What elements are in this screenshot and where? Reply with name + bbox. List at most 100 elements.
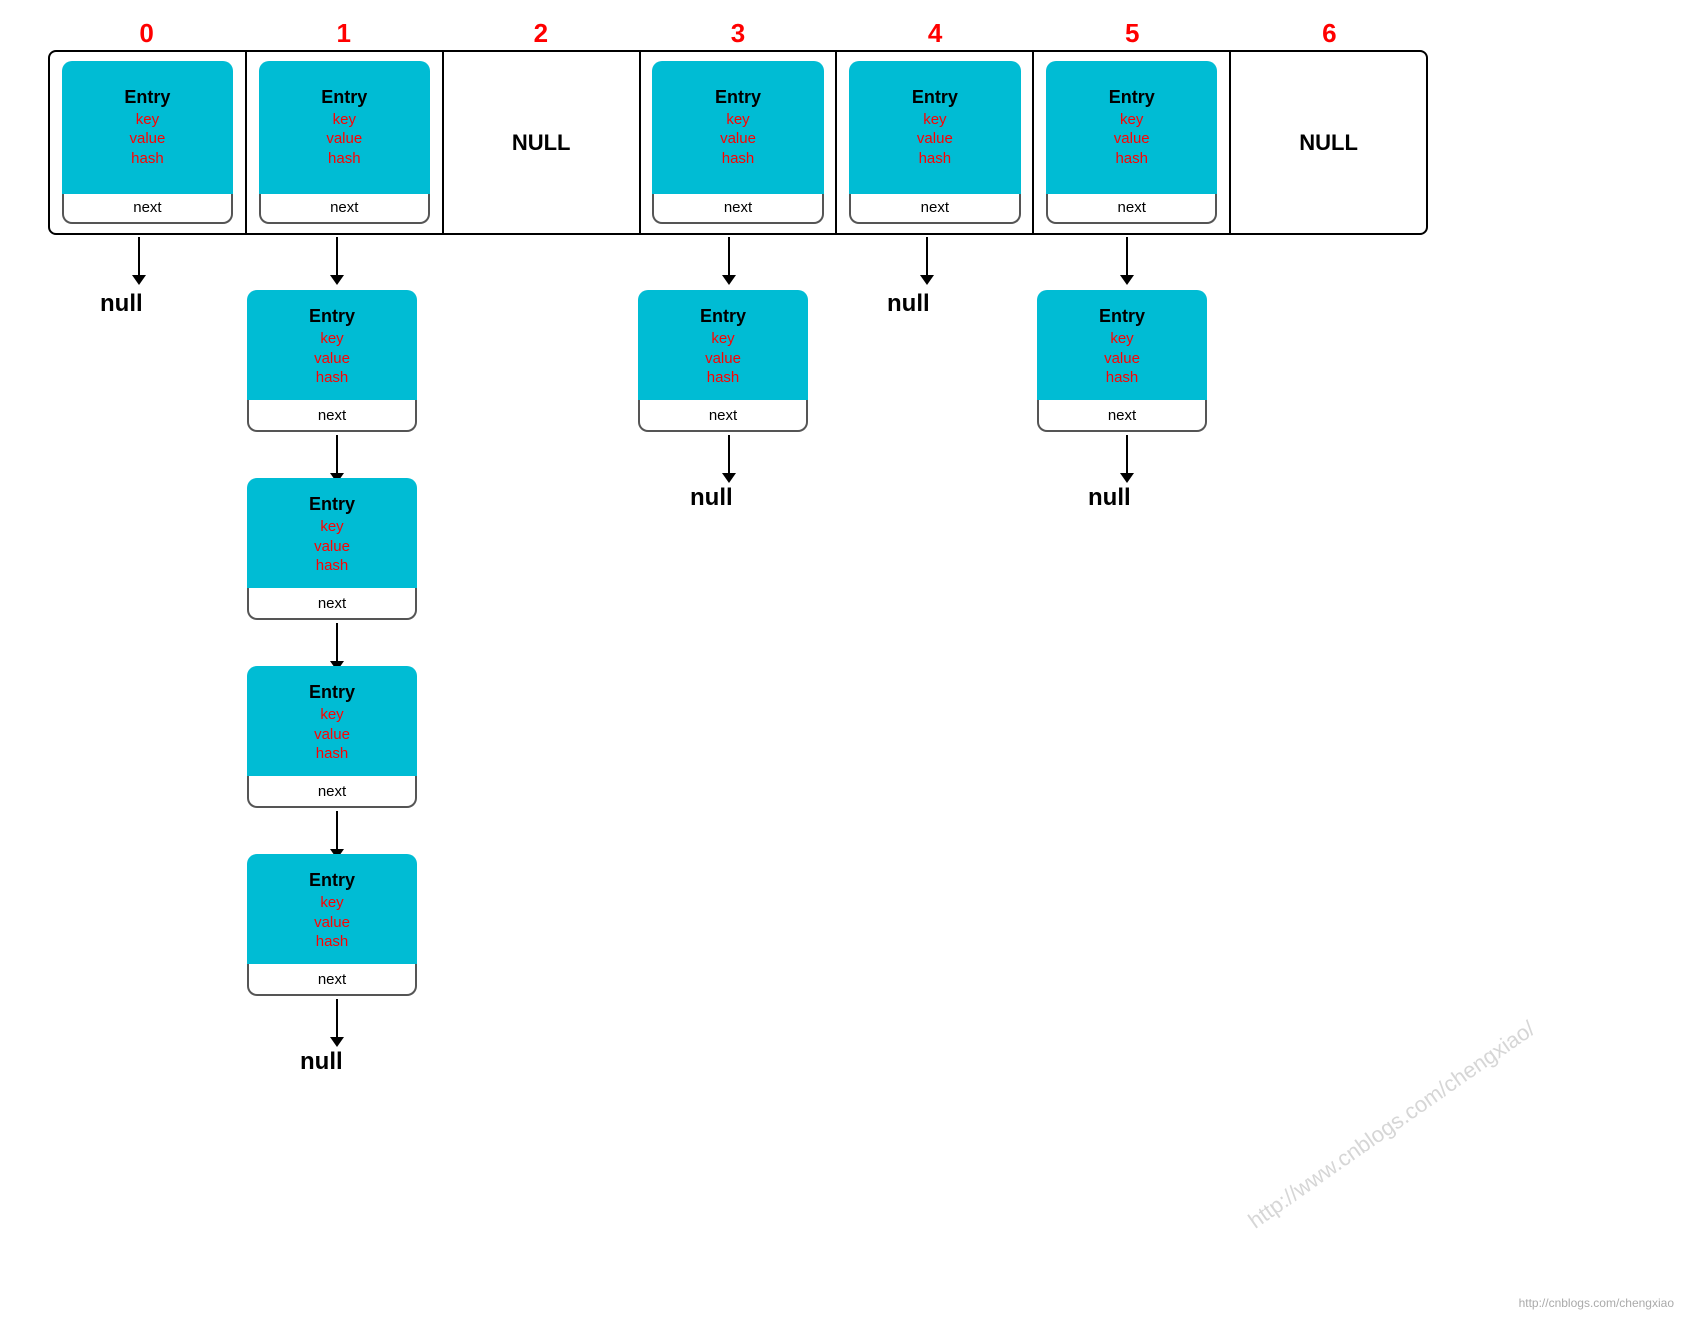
entry-3-1-key: key (711, 329, 734, 349)
arrow-1-head (330, 275, 344, 285)
null-3: null (690, 484, 733, 512)
entry-1-4-value: value (314, 913, 350, 933)
entry-5-1-value: value (1104, 349, 1140, 369)
entry-1-next: next (259, 194, 430, 224)
arrow-3-1-line (728, 435, 730, 473)
entry-1-2-next: next (247, 588, 417, 620)
entry-0-next: next (62, 194, 233, 224)
entry-5-key: key (1120, 110, 1143, 130)
entry-1-hash: hash (328, 149, 361, 169)
array-cell-6: NULL (1231, 52, 1426, 233)
entry-1-3-value: value (314, 725, 350, 745)
arrow-1-2-line (336, 623, 338, 661)
entry-0-title: Entry (124, 87, 170, 108)
entry-5-1-key: key (1110, 329, 1133, 349)
entry-1-4: Entry key value hash next (247, 854, 417, 996)
entry-1-2-key: key (320, 517, 343, 537)
entry-0-key: key (136, 110, 159, 130)
arrow-5-1-line (1126, 435, 1128, 473)
arrow-3-down (722, 237, 736, 285)
arrow-1-down (330, 237, 344, 285)
entry-1: Entry key value hash next (259, 61, 430, 224)
entry-1-1-hash: hash (316, 368, 349, 388)
entry-5-1-next: next (1037, 400, 1207, 432)
entry-3-next: next (652, 194, 823, 224)
entry-3-hash: hash (722, 149, 755, 169)
footer-url: http://cnblogs.com/chengxiao (1519, 1296, 1674, 1310)
index-labels: 0 1 2 3 4 5 6 (48, 18, 1428, 49)
entry-1-2-hash: hash (316, 556, 349, 576)
array-cell-3: Entry key value hash next (641, 52, 838, 233)
entry-1-4-key: key (320, 893, 343, 913)
entry-1-1: Entry key value hash next (247, 290, 417, 432)
entry-3-1-value: value (705, 349, 741, 369)
index-2: 2 (442, 18, 639, 49)
watermark: http://www.cnblogs.com/chengxiao/ (1244, 1016, 1540, 1234)
arrow-4-line (926, 237, 928, 275)
entry-5-hash: hash (1115, 149, 1148, 169)
array-cell-2: NULL (444, 52, 641, 233)
arrow-0-down (132, 237, 146, 285)
entry-5-top: Entry key value hash (1046, 61, 1217, 194)
null-4: null (887, 290, 930, 318)
entry-1-key: key (333, 110, 356, 130)
array-cell-1: Entry key value hash next (247, 52, 444, 233)
entry-3: Entry key value hash next (652, 61, 823, 224)
arrow-3-head (722, 275, 736, 285)
entry-5-value: value (1114, 129, 1150, 149)
index-4: 4 (837, 18, 1034, 49)
entry-4-value: value (917, 129, 953, 149)
entry-5-1-hash: hash (1106, 368, 1139, 388)
entry-5: Entry key value hash next (1046, 61, 1217, 224)
entry-1-1-next: next (247, 400, 417, 432)
index-6: 6 (1231, 18, 1428, 49)
entry-1-2-value: value (314, 537, 350, 557)
entry-3-1-top: Entry key value hash (638, 290, 808, 400)
entry-1-top: Entry key value hash (259, 61, 430, 194)
arrow-5-down (1120, 237, 1134, 285)
entry-3-title: Entry (715, 87, 761, 108)
entry-4-title: Entry (912, 87, 958, 108)
entry-4-top: Entry key value hash (849, 61, 1020, 194)
null-cell-6: NULL (1299, 130, 1358, 156)
arrow-1-1-line (336, 435, 338, 473)
arrow-5-1-head (1120, 473, 1134, 483)
null-5: null (1088, 484, 1131, 512)
arrow-1-line (336, 237, 338, 275)
entry-1-3-next: next (247, 776, 417, 808)
entry-1-4-title: Entry (309, 870, 355, 891)
entry-0-hash: hash (131, 149, 164, 169)
null-0: null (100, 290, 143, 318)
arrow-3-1-head (722, 473, 736, 483)
entry-0-top: Entry key value hash (62, 61, 233, 194)
entry-3-top: Entry key value hash (652, 61, 823, 194)
entry-1-value: value (326, 129, 362, 149)
arrow-1-1-down (330, 435, 344, 483)
entry-3-1-title: Entry (700, 306, 746, 327)
arrow-1-2-down (330, 623, 344, 671)
entry-0: Entry key value hash next (62, 61, 233, 224)
arrow-1-3-line (336, 811, 338, 849)
arrow-1-3-down (330, 811, 344, 859)
index-3: 3 (639, 18, 836, 49)
entry-1-2-top: Entry key value hash (247, 478, 417, 588)
entry-4-key: key (923, 110, 946, 130)
array-cell-0: Entry key value hash next (50, 52, 247, 233)
arrow-5-head (1120, 275, 1134, 285)
arrow-0-line (138, 237, 140, 275)
hash-array: Entry key value hash next Entry key valu… (48, 50, 1428, 235)
entry-1-2: Entry key value hash next (247, 478, 417, 620)
entry-3-value: value (720, 129, 756, 149)
entry-1-4-hash: hash (316, 932, 349, 952)
entry-1-title: Entry (321, 87, 367, 108)
index-1: 1 (245, 18, 442, 49)
entry-3-1-next: next (638, 400, 808, 432)
entry-3-1: Entry key value hash next (638, 290, 808, 432)
entry-4: Entry key value hash next (849, 61, 1020, 224)
entry-5-1-top: Entry key value hash (1037, 290, 1207, 400)
arrow-0-head (132, 275, 146, 285)
entry-1-3-key: key (320, 705, 343, 725)
entry-1-2-title: Entry (309, 494, 355, 515)
null-1: null (300, 1048, 343, 1076)
entry-3-key: key (726, 110, 749, 130)
